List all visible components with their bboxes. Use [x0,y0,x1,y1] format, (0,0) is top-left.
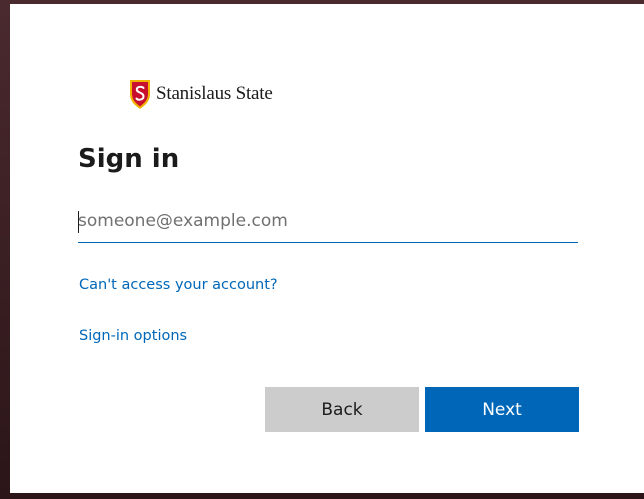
sign-in-card: Stanislaus State Sign in Can't access yo… [10,4,644,493]
next-button[interactable]: Next [425,387,579,432]
shield-logo-icon [130,80,150,109]
email-field-container [78,200,578,243]
text-cursor [78,211,79,233]
sign-in-options-link[interactable]: Sign-in options [79,328,187,344]
window-background: Stanislaus State Sign in Can't access yo… [0,0,644,499]
email-input[interactable] [78,200,578,242]
organization-logo: Stanislaus State [128,74,273,114]
logo-text: Stanislaus State [156,83,273,104]
page-title: Sign in [78,144,180,174]
back-button[interactable]: Back [265,387,419,432]
cant-access-account-link[interactable]: Can't access your account? [79,277,278,293]
